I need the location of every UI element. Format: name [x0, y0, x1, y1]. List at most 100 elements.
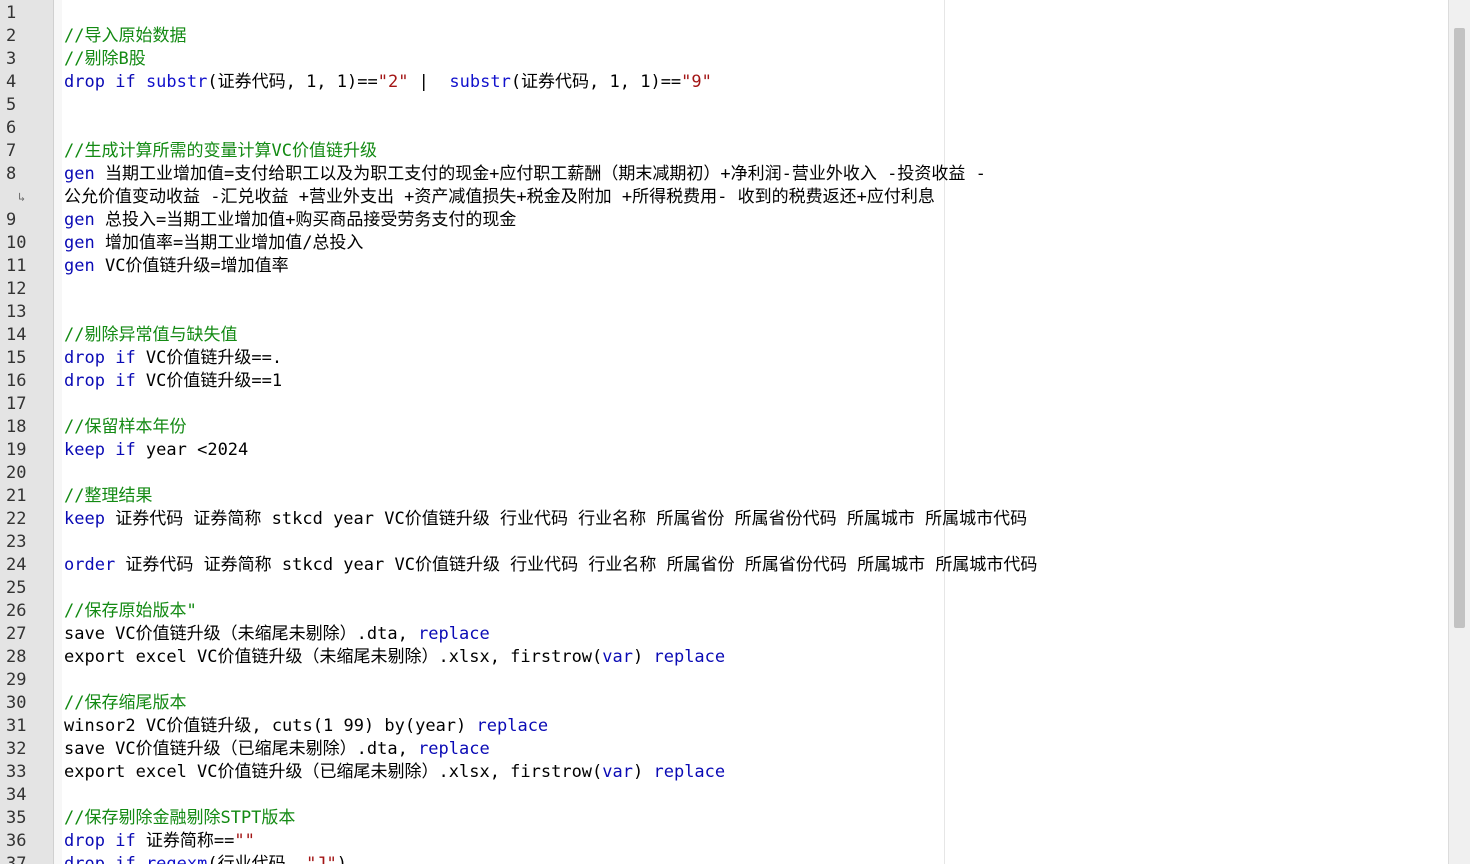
line-number: 20	[6, 463, 27, 483]
line-number: 36	[6, 831, 27, 851]
code-token: replace	[653, 647, 726, 667]
code-line[interactable]: 17	[0, 393, 1448, 416]
line-number: 5	[6, 95, 17, 115]
code-token: )	[633, 762, 654, 782]
code-line[interactable]: 31 winsor2 VC价值链升级, cuts(1 99) by(year) r…	[0, 715, 1448, 738]
wrap-indicator-icon: ↳	[18, 190, 26, 204]
code-line[interactable]: 25	[0, 577, 1448, 600]
code-line[interactable]: 8 gen 当期工业增加值=支付给职工以及为职工支付的现金+应付职工薪酬（期末减期…	[0, 163, 1448, 186]
code-token: drop	[64, 831, 105, 851]
code-line[interactable]: 23	[0, 531, 1448, 554]
code-line[interactable]: 27 save VC价值链升级（未缩尾未剔除）.dta, replace	[0, 623, 1448, 646]
line-number: 25	[6, 578, 27, 598]
code-line[interactable]: 28 export excel VC价值链升级（未缩尾未剔除）.xlsx, fir…	[0, 646, 1448, 669]
code-token: winsor2 VC价值链升级, cuts(1 99) by(year)	[64, 716, 477, 736]
code-token: VC价值链升级=增加值率	[94, 256, 289, 276]
code-line[interactable]: 13	[0, 301, 1448, 324]
code-token: substr	[145, 72, 208, 92]
code-line[interactable]: 3 //剔除B股	[0, 48, 1448, 71]
code-line[interactable]: 11 gen VC价值链升级=增加值率	[0, 255, 1448, 278]
code-line[interactable]: 14 //剔除异常值与缺失值	[0, 324, 1448, 347]
code-token: keep	[64, 509, 105, 529]
line-number: 19	[6, 440, 27, 460]
code-token: order	[64, 555, 116, 575]
code-text: order 证券代码 证券简称 stkcd year VC价值链升级 行业代码 …	[64, 554, 1037, 577]
line-number: 32	[6, 739, 27, 759]
code-line[interactable]: 12	[0, 278, 1448, 301]
code-token: //保留样本年份	[64, 417, 187, 437]
code-token: //生成计算所需的变量计算VC价值链升级	[64, 141, 377, 161]
code-line[interactable]: 36 drop if 证券简称==""	[0, 830, 1448, 853]
code-text: keep if year <2024	[64, 439, 248, 462]
code-token: drop	[64, 348, 105, 368]
code-token: if	[115, 371, 136, 391]
line-number: 35	[6, 808, 27, 828]
code-line[interactable]: 32 save VC价值链升级（已缩尾未剔除）.dta, replace	[0, 738, 1448, 761]
code-text: gen 总投入=当期工业增加值+购买商品接受劳务支付的现金	[64, 209, 516, 232]
code-text: //保留样本年份	[64, 416, 186, 439]
line-number: 16	[6, 371, 27, 391]
code-line[interactable]: 21 //整理结果	[0, 485, 1448, 508]
code-text: drop if regexm(行业代码, "J")	[64, 853, 347, 864]
line-number: 10	[6, 233, 27, 253]
code-token: VC价值链升级==.	[135, 348, 283, 368]
code-token: replace	[653, 762, 726, 782]
code-line[interactable]: 26 //保存原始版本"	[0, 600, 1448, 623]
code-line[interactable]: 20	[0, 462, 1448, 485]
code-token: replace	[476, 716, 549, 736]
code-token: )	[336, 854, 348, 864]
code-line[interactable]: 5	[0, 94, 1448, 117]
code-line[interactable]: 16 drop if VC价值链升级==1	[0, 370, 1448, 393]
code-line[interactable]: 29	[0, 669, 1448, 692]
code-token: (行业代码,	[207, 854, 307, 864]
code-line[interactable]: 33 export excel VC价值链升级（已缩尾未剔除）.xlsx, fir…	[0, 761, 1448, 784]
code-text: drop if 证券简称==""	[64, 830, 255, 853]
code-token: var	[602, 762, 633, 782]
code-token: //剔除异常值与缺失值	[64, 325, 238, 345]
line-number: 33	[6, 762, 27, 782]
line-number: 17	[6, 394, 27, 414]
code-line[interactable]: 22 keep 证券代码 证券简称 stkcd year VC价值链升级 行业代码…	[0, 508, 1448, 531]
line-number: 27	[6, 624, 27, 644]
do-file-editor[interactable]: 1 2//导入原始数据 3//剔除B股 4 drop if substr(证券代码, 1…	[0, 0, 1448, 864]
vertical-scrollbar[interactable]	[1448, 0, 1470, 864]
line-number: 28	[6, 647, 27, 667]
code-token: regexm	[145, 854, 208, 864]
code-line[interactable]: 9 gen 总投入=当期工业增加值+购买商品接受劳务支付的现金	[0, 209, 1448, 232]
code-line[interactable]: 2 //导入原始数据	[0, 25, 1448, 48]
code-line[interactable]: 37 drop if regexm(行业代码, "J")	[0, 853, 1448, 864]
line-number: 29	[6, 670, 27, 690]
code-line[interactable]: 6	[0, 117, 1448, 140]
code-line[interactable]: 7 //生成计算所需的变量计算VC价值链升级	[0, 140, 1448, 163]
code-line[interactable]: 4 drop if substr(证券代码, 1, 1)=="2" | subst…	[0, 71, 1448, 94]
code-line[interactable]: 30 //保存缩尾版本	[0, 692, 1448, 715]
line-number: 21	[6, 486, 27, 506]
code-area[interactable]: 1 2//导入原始数据 3//剔除B股 4 drop if substr(证券代码, 1…	[0, 2, 1448, 864]
code-line[interactable]: ↳ 公允价值变动收益 -汇兑收益 +营业外支出 +资产减值损失+税金及附加 +所得…	[0, 186, 1448, 209]
scrollbar-thumb[interactable]	[1454, 28, 1465, 628]
line-number: 4	[6, 72, 17, 92]
code-token: 公允价值变动收益 -汇兑收益 +营业外支出 +资产减值损失+税金及附加 +所得税…	[64, 187, 935, 207]
code-line[interactable]: 15 drop if VC价值链升级==.	[0, 347, 1448, 370]
code-line[interactable]: 34	[0, 784, 1448, 807]
code-text: //剔除异常值与缺失值	[64, 324, 237, 347]
code-text: gen 增加值率=当期工业增加值/总投入	[64, 232, 363, 255]
code-line[interactable]: 19 keep if year <2024	[0, 439, 1448, 462]
code-line[interactable]: 24 order 证券代码 证券简称 stkcd year VC价值链升级 行业代…	[0, 554, 1448, 577]
code-token: if	[115, 440, 136, 460]
code-token: "2"	[377, 72, 409, 92]
code-token: "9"	[681, 72, 712, 92]
code-text: drop if substr(证券代码, 1, 1)=="2" | substr…	[64, 71, 712, 94]
code-line[interactable]: 35 //保存剔除金融剔除STPT版本	[0, 807, 1448, 830]
code-token: substr	[449, 72, 511, 92]
code-token: if	[115, 348, 136, 368]
code-line[interactable]: 1	[0, 2, 1448, 25]
code-line[interactable]: 18 //保留样本年份	[0, 416, 1448, 439]
line-number: 31	[6, 716, 27, 736]
code-line[interactable]: 10 gen 增加值率=当期工业增加值/总投入	[0, 232, 1448, 255]
line-number: 1	[6, 3, 17, 23]
line-number: 8	[6, 164, 17, 184]
